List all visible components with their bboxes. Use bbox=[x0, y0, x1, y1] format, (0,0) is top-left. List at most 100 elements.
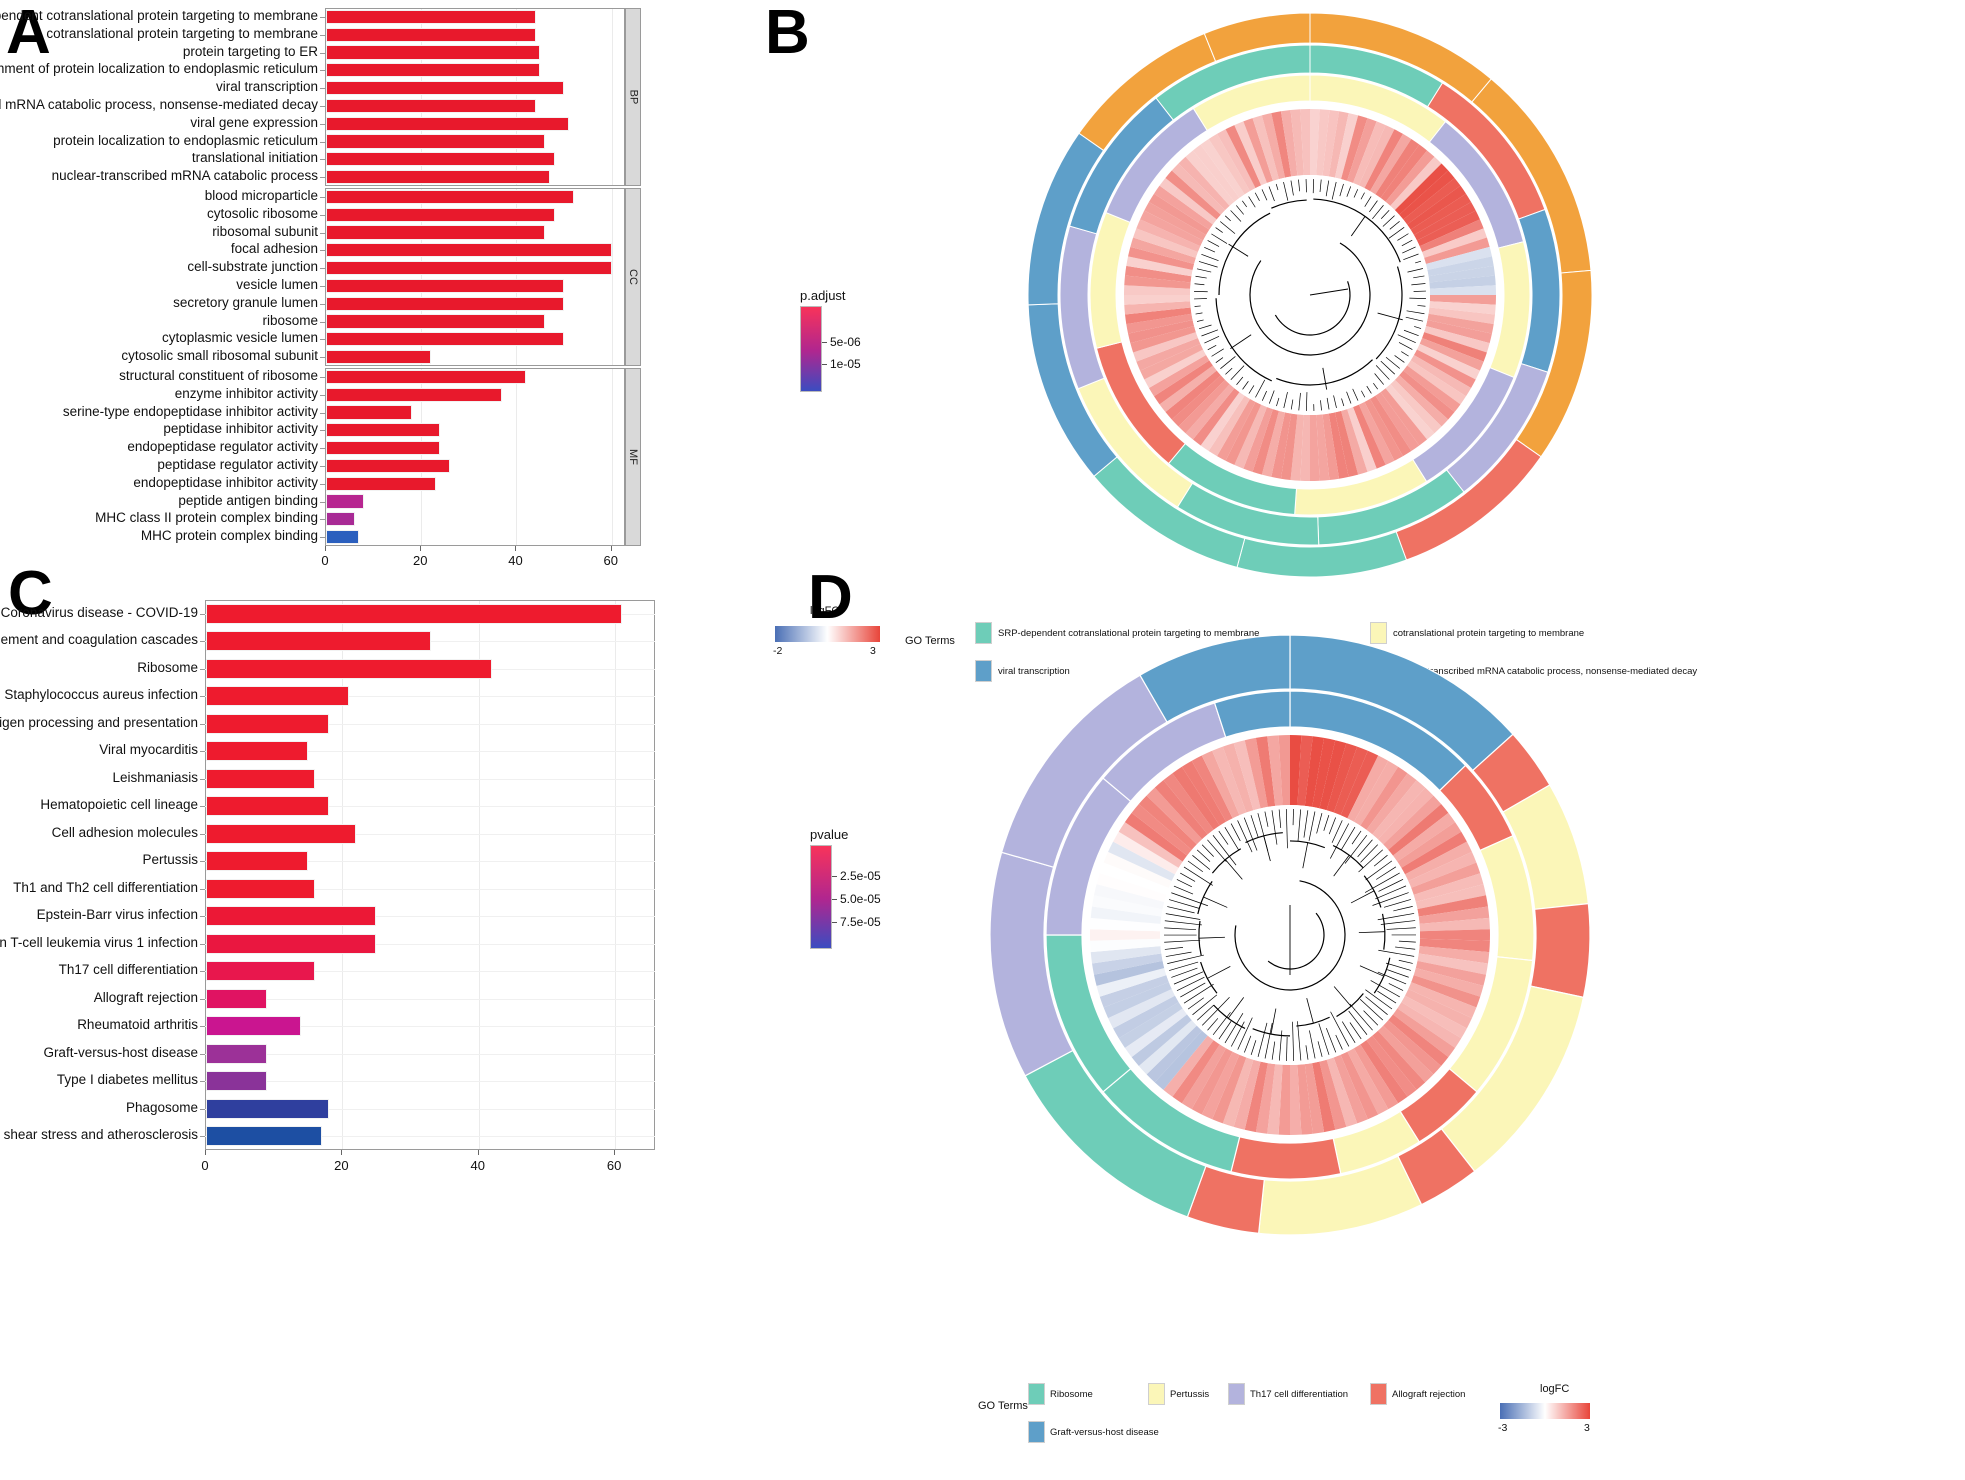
category-label: structural constituent of ribosome bbox=[119, 367, 318, 383]
bar bbox=[206, 686, 350, 707]
gridline-vertical bbox=[611, 189, 613, 365]
gridline-vertical bbox=[611, 369, 613, 545]
go-term-arc bbox=[1529, 902, 1591, 999]
x-axis-tick bbox=[610, 546, 612, 551]
bar bbox=[326, 225, 546, 240]
panel-d-letter: D bbox=[808, 563, 853, 632]
category-label: peptidase regulator activity bbox=[157, 456, 318, 472]
category-label: ribosomal subunit bbox=[212, 223, 318, 239]
category-label: establishment of protein localization to… bbox=[0, 61, 318, 77]
gridline-horizontal bbox=[205, 1081, 655, 1083]
bar bbox=[326, 80, 565, 96]
go-term-label: Graft-versus-host disease bbox=[1050, 1427, 1159, 1438]
gridline-vertical bbox=[611, 9, 613, 185]
panel-b-letter: B bbox=[765, 0, 810, 67]
category-label: endopeptidase regulator activity bbox=[127, 439, 318, 455]
category-label: viral transcription bbox=[215, 79, 318, 95]
facet-strip-label: MF bbox=[625, 368, 641, 546]
category-label: Fluid shear stress and atherosclerosis bbox=[0, 1127, 198, 1143]
gridline-vertical bbox=[342, 601, 344, 1149]
bar bbox=[326, 458, 450, 473]
x-axis-tick bbox=[420, 546, 422, 551]
bar bbox=[206, 933, 377, 954]
category-label: focal adhesion bbox=[230, 241, 318, 257]
bar bbox=[326, 332, 565, 347]
logfc-min-label: -3 bbox=[1498, 1422, 1508, 1434]
logfc-arc bbox=[1090, 929, 1161, 941]
logfc-legend-title: logFC bbox=[1540, 1383, 1570, 1395]
category-label: viral gene expression bbox=[190, 114, 318, 130]
panel-d-circos-plot bbox=[989, 634, 1591, 1236]
bar bbox=[326, 529, 360, 545]
x-axis-tick-label: 20 bbox=[334, 1158, 349, 1173]
x-axis-tick bbox=[477, 1150, 479, 1155]
bar bbox=[206, 796, 329, 817]
go-term-swatch bbox=[1228, 1383, 1245, 1405]
bar bbox=[206, 658, 493, 679]
facet-strip-text: MF bbox=[627, 449, 640, 465]
category-label: peptide antigen binding bbox=[178, 492, 318, 508]
bar bbox=[206, 1043, 268, 1064]
category-label: Cell adhesion molecules bbox=[51, 824, 198, 840]
bar bbox=[326, 134, 546, 149]
bar bbox=[326, 116, 569, 131]
category-label: MHC class II protein complex binding bbox=[95, 510, 318, 526]
go-term-label: Ribosome bbox=[1050, 1389, 1093, 1400]
category-label: Allograft rejection bbox=[93, 989, 198, 1005]
category-label: Leishmaniasis bbox=[112, 769, 198, 785]
facet-strip-text: CC bbox=[627, 269, 640, 285]
bar bbox=[326, 260, 612, 276]
go-term-label: Pertussis bbox=[1170, 1389, 1210, 1400]
category-label: protein targeting to ER bbox=[182, 43, 318, 59]
category-label: Coronavirus disease - COVID-19 bbox=[0, 604, 198, 620]
bar bbox=[206, 851, 309, 872]
bar bbox=[326, 314, 546, 329]
bar bbox=[206, 988, 268, 1009]
bar bbox=[206, 878, 316, 899]
panel-d: D GO Terms Ribosome Pertussis Th17 cell dif… bbox=[760, 555, 1965, 1480]
bar bbox=[326, 405, 412, 420]
bar bbox=[206, 713, 329, 734]
category-label: blood microparticle bbox=[204, 187, 318, 203]
category-label: cotranslational protein targeting to mem… bbox=[46, 25, 318, 41]
facet-strip-label: CC bbox=[625, 188, 641, 366]
bar bbox=[326, 98, 536, 113]
gridline-horizontal bbox=[205, 998, 655, 1000]
category-label: MHC protein complex binding bbox=[140, 528, 318, 544]
bar bbox=[206, 823, 356, 844]
x-axis-tick bbox=[341, 1150, 343, 1155]
logfc-arc bbox=[1419, 929, 1490, 941]
gridline-vertical bbox=[615, 601, 617, 1149]
bar bbox=[326, 494, 365, 509]
bar bbox=[326, 296, 565, 311]
category-label: nuclear-transcribed mRNA catabolic proce… bbox=[51, 168, 318, 184]
gridline-vertical bbox=[478, 601, 480, 1149]
go-term-arc bbox=[1230, 1136, 1342, 1180]
category-label: Epstein-Barr virus infection bbox=[36, 907, 198, 923]
bar bbox=[326, 512, 355, 527]
category-label: serine-type endopeptidase inhibitor acti… bbox=[62, 403, 318, 419]
logfc-max-label: 3 bbox=[1584, 1422, 1590, 1434]
bar bbox=[206, 741, 309, 762]
x-axis-tick-label: 0 bbox=[201, 1158, 209, 1173]
x-axis-tick bbox=[205, 1150, 206, 1155]
category-label: Complement and coagulation cascades bbox=[0, 632, 198, 648]
bar bbox=[326, 423, 441, 438]
bar bbox=[206, 906, 377, 927]
panel-b-circos-plot bbox=[1027, 12, 1593, 578]
x-axis-tick-label: 40 bbox=[470, 1158, 485, 1173]
bar bbox=[206, 1126, 322, 1147]
bar bbox=[326, 369, 526, 384]
category-label: Type I diabetes mellitus bbox=[56, 1072, 198, 1088]
category-label: Th17 cell differentiation bbox=[58, 962, 198, 978]
bar bbox=[326, 440, 441, 456]
category-label: enzyme inhibitor activity bbox=[174, 385, 318, 401]
category-label: vesicle lumen bbox=[236, 276, 318, 292]
facet-strip-text: BP bbox=[627, 89, 639, 105]
bar bbox=[206, 1098, 329, 1119]
facet-strip-label: BP bbox=[625, 8, 641, 186]
go-terms-legend-title: GO Terms bbox=[978, 1400, 1028, 1412]
bar bbox=[326, 9, 536, 24]
go-term-swatch bbox=[1148, 1383, 1165, 1405]
category-label: Human T-cell leukemia virus 1 infection bbox=[0, 934, 198, 950]
